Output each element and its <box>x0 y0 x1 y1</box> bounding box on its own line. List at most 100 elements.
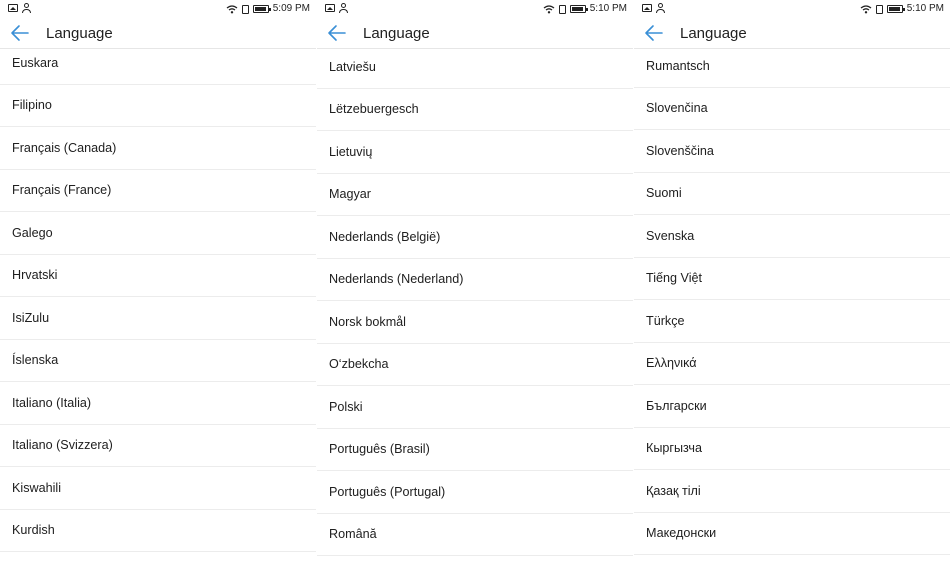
language-list-item[interactable]: Íslenska <box>0 340 316 382</box>
language-list-item[interactable]: O‘zbekcha <box>317 344 633 386</box>
status-time: 5:10 PM <box>906 3 944 14</box>
screens-container: 5:09 PM Language Euskara Filipino Français… <box>0 0 950 563</box>
language-list-item[interactable]: Lëtzebuergesch <box>317 89 633 131</box>
language-label: Kurdish <box>12 523 55 538</box>
language-list: Euskara Filipino Français (Canada) Français… <box>0 42 316 552</box>
language-label: Ελληνικά <box>646 356 697 371</box>
status-bar: 5:10 PM <box>634 0 950 18</box>
language-label: Íslenska <box>12 353 59 368</box>
language-list-item[interactable]: Latviešu <box>317 46 633 89</box>
language-label: Galego <box>12 225 53 240</box>
language-list: Latviešu Lëtzebuergesch Lietuvių Magyar Nede… <box>317 46 633 556</box>
language-label: Norsk bokmål <box>329 314 406 329</box>
back-arrow-icon[interactable] <box>644 24 664 42</box>
back-arrow-icon[interactable] <box>10 24 30 42</box>
language-label: Italiano (Italia) <box>12 395 92 410</box>
image-icon <box>8 4 18 12</box>
language-list-item[interactable]: Қазақ тілі <box>634 470 950 513</box>
language-list-item[interactable]: Italiano (Italia) <box>0 382 316 425</box>
language-list-item[interactable]: Ελληνικά <box>634 343 950 385</box>
status-left <box>325 3 348 13</box>
language-label: Português (Portugal) <box>329 484 446 499</box>
battery-icon <box>886 5 905 13</box>
language-label: Svenska <box>646 228 695 243</box>
language-list-item[interactable]: Français (Canada) <box>0 127 316 170</box>
language-label: Tiếng Việt <box>646 271 703 286</box>
user-icon <box>339 3 348 13</box>
language-label: Lëtzebuergesch <box>329 102 419 117</box>
wifi-icon <box>860 4 872 13</box>
language-label: Rumantsch <box>646 58 710 73</box>
language-list-item[interactable]: Slovenčina <box>634 88 950 130</box>
language-label: Kiswahili <box>12 480 61 495</box>
language-list-item[interactable]: Rumantsch <box>634 45 950 88</box>
language-list-item[interactable]: Türkçe <box>634 300 950 343</box>
language-list-item[interactable]: Tiếng Việt <box>634 258 950 300</box>
language-label: Қазақ тілі <box>646 483 701 498</box>
language-list-item[interactable]: Български <box>634 385 950 428</box>
language-list-item[interactable]: Kiswahili <box>0 467 316 510</box>
language-screen-1: 5:09 PM Language Euskara Filipino Français… <box>0 0 316 563</box>
language-list-item[interactable]: Кыргызча <box>634 428 950 470</box>
language-list-item[interactable]: Македонски <box>634 513 950 555</box>
language-label: Français (France) <box>12 183 112 198</box>
language-label: Nederlands (België) <box>329 229 441 244</box>
page-title: Language <box>363 25 430 42</box>
language-label: Suomi <box>646 186 682 201</box>
language-list-item[interactable]: Norsk bokmål <box>317 301 633 344</box>
language-label: Italiano (Svizzera) <box>12 438 113 453</box>
language-label: Slovenčina <box>646 101 708 116</box>
language-list-item[interactable]: Português (Portugal) <box>317 471 633 514</box>
language-list-item[interactable]: Français (France) <box>0 170 316 212</box>
language-list-item[interactable]: Português (Brasil) <box>317 429 633 471</box>
back-arrow-icon[interactable] <box>327 24 347 42</box>
wifi-icon <box>226 4 238 13</box>
language-list-item[interactable]: Galego <box>0 212 316 255</box>
language-label: Português (Brasil) <box>329 442 430 457</box>
status-right: 5:10 PM <box>543 3 627 15</box>
language-label: Filipino <box>12 98 52 113</box>
language-label: Polski <box>329 399 363 414</box>
language-list-item[interactable]: Filipino <box>0 85 316 127</box>
language-list-item[interactable]: Hrvatski <box>0 255 316 297</box>
language-screen-2: 5:10 PM Language Latviešu Lëtzebuergesch L… <box>317 0 633 563</box>
battery-icon <box>569 5 588 13</box>
language-label: Nederlands (Nederland) <box>329 272 464 287</box>
sim-icon <box>875 4 883 14</box>
app-bar: Language <box>317 18 633 49</box>
language-list-item[interactable]: IsiZulu <box>0 297 316 340</box>
user-icon <box>22 3 31 13</box>
language-label: Lietuvių <box>329 144 373 159</box>
status-right: 5:10 PM <box>860 3 944 15</box>
language-list-item[interactable]: Română <box>317 514 633 556</box>
language-label: Slovenščina <box>646 143 714 158</box>
language-list-item[interactable]: Svenska <box>634 215 950 258</box>
language-list-item[interactable]: Slovenščina <box>634 130 950 173</box>
wifi-icon <box>543 4 555 13</box>
status-right: 5:09 PM <box>226 3 310 15</box>
status-left <box>642 3 665 13</box>
page-title: Language <box>680 25 747 42</box>
language-label: Magyar <box>329 187 371 202</box>
language-list-item[interactable]: Lietuvių <box>317 131 633 174</box>
image-icon <box>325 4 335 12</box>
status-left <box>8 3 31 13</box>
sim-icon <box>558 4 566 14</box>
language-label: Latviešu <box>329 59 376 74</box>
language-list-item[interactable]: Nederlands (België) <box>317 216 633 259</box>
language-list: Rumantsch Slovenčina Slovenščina Suomi Svens… <box>634 45 950 555</box>
language-label: Türkçe <box>646 313 685 328</box>
language-list-item[interactable]: Nederlands (Nederland) <box>317 259 633 301</box>
language-list-item[interactable]: Euskara <box>0 42 316 85</box>
language-list-item[interactable]: Suomi <box>634 173 950 215</box>
language-list-item[interactable]: Kurdish <box>0 510 316 552</box>
status-bar: 5:09 PM <box>0 0 316 18</box>
language-list-item[interactable]: Magyar <box>317 174 633 216</box>
language-list-item[interactable]: Italiano (Svizzera) <box>0 425 316 467</box>
language-label: IsiZulu <box>12 310 50 325</box>
language-list-item[interactable]: Polski <box>317 386 633 429</box>
battery-icon <box>252 5 271 13</box>
language-label: Български <box>646 398 707 413</box>
language-label: O‘zbekcha <box>329 357 389 372</box>
language-label: Euskara <box>12 55 59 70</box>
